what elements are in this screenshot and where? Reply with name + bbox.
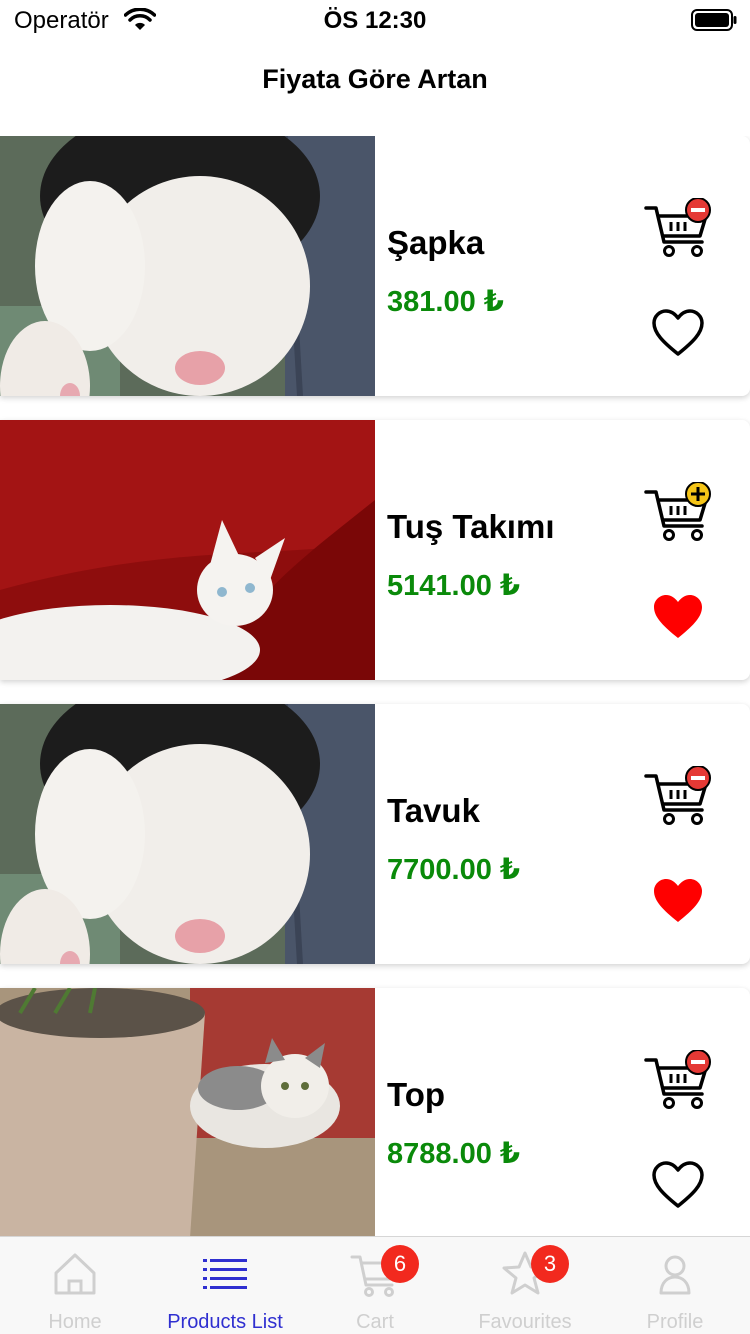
remove-from-cart-icon[interactable] — [642, 766, 716, 828]
status-bar: Operatör ÖS 12:30 — [0, 0, 750, 40]
product-image — [0, 136, 375, 396]
list-icon — [203, 1259, 247, 1289]
product-card[interactable]: Tavuk 7700.00 ₺ — [0, 704, 750, 964]
tab-favourites[interactable]: 3 Favourites — [450, 1237, 600, 1334]
product-image — [0, 420, 375, 680]
status-time: ÖS 12:30 — [323, 7, 427, 34]
tab-products-list[interactable]: Products List — [150, 1237, 300, 1334]
product-price: 5141.00 ₺ — [387, 570, 521, 602]
tab-bar: Home Products List 6 Cart 3 Favourites P… — [0, 1236, 750, 1334]
product-image — [0, 988, 375, 1236]
product-name: Tuş Takımı — [387, 508, 555, 545]
tab-profile[interactable]: Profile — [600, 1237, 750, 1334]
product-list[interactable]: Şapka 381.00 ₺ Tuş Takımı 5141.00 ₺ Tavu… — [0, 136, 750, 1236]
heart-outline-icon[interactable] — [651, 308, 705, 358]
remove-from-cart-icon[interactable] — [642, 1050, 716, 1112]
cart-count-badge: 6 — [381, 1245, 419, 1283]
battery-icon — [691, 9, 737, 31]
product-price: 7700.00 ₺ — [387, 854, 521, 886]
remove-from-cart-icon[interactable] — [642, 198, 716, 260]
product-price: 381.00 ₺ — [387, 286, 504, 318]
home-icon — [54, 1253, 96, 1295]
tab-label: Cart — [356, 1311, 394, 1333]
product-card[interactable]: Şapka 381.00 ₺ — [0, 136, 750, 396]
product-price: 8788.00 ₺ — [387, 1138, 521, 1170]
add-to-cart-icon[interactable] — [642, 482, 716, 544]
favourites-count-badge: 3 — [531, 1245, 569, 1283]
product-card[interactable]: Top 8788.00 ₺ — [0, 988, 750, 1236]
tab-cart[interactable]: 6 Cart — [300, 1237, 450, 1334]
product-name: Tavuk — [387, 792, 480, 829]
product-card[interactable]: Tuş Takımı 5141.00 ₺ — [0, 420, 750, 680]
profile-icon — [659, 1255, 691, 1295]
tab-label: Favourites — [478, 1311, 572, 1333]
tab-label: Home — [48, 1311, 102, 1333]
heart-filled-icon[interactable] — [651, 592, 705, 642]
tab-label: Products List — [167, 1311, 283, 1333]
page-title: Fiyata Göre Artan — [262, 64, 488, 94]
heart-outline-icon[interactable] — [651, 1160, 705, 1210]
product-name: Şapka — [387, 224, 485, 261]
product-name: Top — [387, 1076, 446, 1113]
tab-home[interactable]: Home — [0, 1237, 150, 1334]
heart-filled-icon[interactable] — [651, 876, 705, 926]
product-image — [0, 704, 375, 964]
tab-label: Profile — [646, 1311, 704, 1333]
